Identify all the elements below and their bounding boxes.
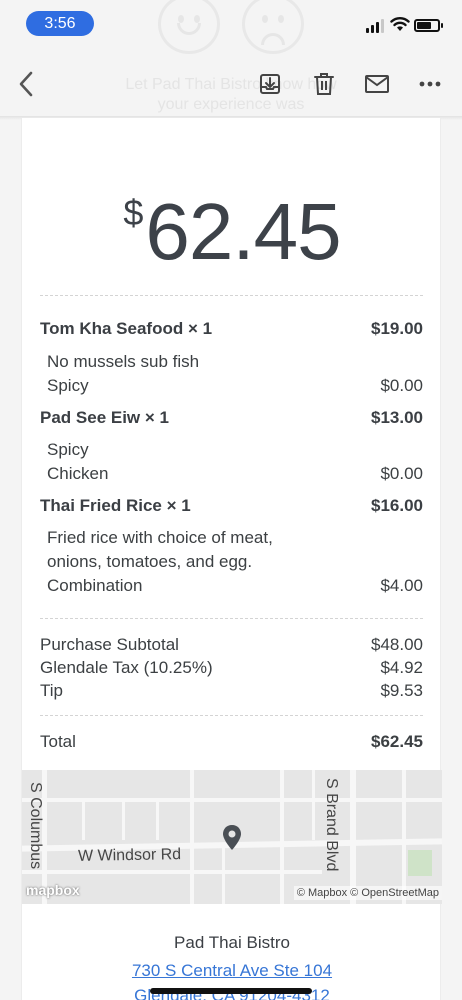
item-modifier: Combination $4.00 [40,574,423,598]
modifier-name: Spicy [47,376,89,395]
item-name: Pad See Eiw × 1 [40,408,169,427]
item-note: Fried rice with choice of meat, [47,528,273,547]
cellular-signal-icon [366,19,386,33]
home-indicator[interactable] [150,988,312,994]
map-road [280,770,284,904]
tip-value: $9.53 [380,681,423,700]
battery-icon [414,19,443,32]
email-action-bar [0,50,462,116]
receipt-total-headline: $62.45 [22,186,442,278]
subtotal-row: Purchase Subtotal $48.00 [40,633,423,657]
total-amount: 62.45 [145,187,341,276]
modifier-price: $4.00 [380,576,423,595]
mapbox-logo[interactable]: mapbox [26,882,80,898]
tax-row: Glendale Tax (10.25%) $4.92 [40,656,423,680]
item-name: Tom Kha Seafood × 1 [40,319,213,338]
map-road [312,770,315,840]
modifier-price: $0.00 [380,376,423,395]
map-road [22,798,442,802]
modifier-name: Chicken [47,464,109,483]
subtotal-value: $48.00 [371,635,423,654]
total-value: $62.45 [371,732,423,751]
location-pin-icon[interactable] [222,824,242,852]
item-price: $19.00 [371,319,423,338]
modifier-price: $0.00 [380,464,423,483]
email-receipt-screen: Let Pad Thai Bistro know how your experi… [0,0,462,1000]
more-horizontal-icon [419,81,441,87]
location-map[interactable]: S Columbus W Windsor Rd S Brand Blvd map… [22,770,442,904]
line-item: Tom Kha Seafood × 1 $19.00 [40,317,423,341]
status-time: 3:56 [26,11,94,36]
chevron-left-icon [19,71,33,97]
modifier-name: Combination [47,576,143,595]
currency-symbol: $ [123,192,144,233]
tax-value: $4.92 [380,658,423,677]
status-bar: 3:56 [0,0,462,46]
item-modifier: Chicken $0.00 [40,462,423,486]
map-road [156,800,159,840]
map-street-label: W Windsor Rd [77,846,182,865]
map-road [222,848,225,904]
item-name: Thai Fried Rice × 1 [40,496,191,515]
back-button[interactable] [12,70,40,98]
archive-icon [260,74,280,94]
item-note: No mussels sub fish [47,352,200,371]
mail-icon [365,75,389,93]
delete-button[interactable] [310,70,338,98]
map-street-label: S Brand Blvd [323,778,340,872]
item-price: $16.00 [371,496,423,515]
tip-row: Tip $9.53 [40,679,423,703]
receipt-card: $62.45 Tom Kha Seafood × 1 $19.00 No mus… [21,118,442,1000]
tax-label: Glendale Tax (10.25%) [40,658,213,677]
map-road [402,770,406,904]
wifi-icon [390,17,410,31]
divider [40,618,423,619]
archive-button[interactable] [256,70,284,98]
mark-unread-button[interactable] [363,70,391,98]
map-street-label: S Columbus [27,782,44,870]
map-road [82,800,85,840]
item-note: onions, tomatoes, and egg. [47,552,253,571]
item-note: Spicy [47,440,89,459]
item-price: $13.00 [371,408,423,427]
map-road [350,770,356,904]
map-road [122,800,125,840]
map-road [22,870,322,874]
subtotal-label: Purchase Subtotal [40,635,179,654]
tip-label: Tip [40,681,63,700]
map-road [190,770,194,904]
total-label: Total [40,732,76,751]
trash-icon [314,73,334,95]
business-name: Pad Thai Bistro [174,933,290,952]
map-park [408,850,432,876]
more-options-button[interactable] [416,70,444,98]
map-attribution[interactable]: © Mapbox © OpenStreetMap [293,886,442,900]
divider [40,715,423,716]
line-item: Pad See Eiw × 1 $13.00 [40,406,423,430]
total-row: Total $62.45 [40,730,423,754]
business-address-link[interactable]: 730 S Central Ave Ste 104 [22,961,442,981]
line-item: Thai Fried Rice × 1 $16.00 [40,494,423,518]
item-modifier: Spicy $0.00 [40,374,423,398]
divider [40,295,423,296]
